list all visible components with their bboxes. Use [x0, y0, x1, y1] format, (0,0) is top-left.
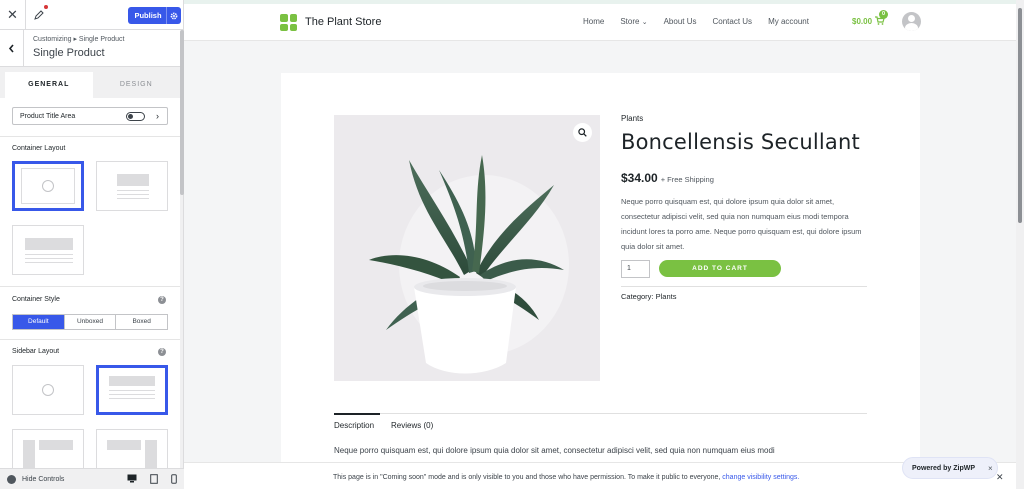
visibility-settings-link[interactable]: change visibility settings. [722, 474, 799, 481]
container-style-selector: Default Unboxed Boxed [12, 314, 168, 330]
nav-contact[interactable]: Contact Us [712, 17, 752, 26]
preview-scrollbar[interactable] [1016, 0, 1024, 489]
product-card: Plants Boncellensis Secullant $34.00 + Fr… [281, 73, 920, 473]
section-title: Single Product [33, 47, 105, 59]
globe-icon [42, 384, 54, 396]
pencil-icon[interactable] [26, 0, 52, 30]
nav-home[interactable]: Home [583, 17, 604, 26]
product-title-area-toggle[interactable] [126, 112, 145, 121]
hide-controls-label: Hide Controls [22, 475, 65, 483]
breadcrumb: Customizing ▸ Single Product [33, 36, 125, 43]
desktop-icon[interactable] [127, 474, 137, 487]
chevron-right-icon[interactable]: › [156, 111, 159, 121]
cart-total: $0.00 [852, 16, 873, 26]
device-preview-buttons [127, 474, 177, 487]
layout-option-content-boxed[interactable] [12, 225, 84, 275]
publish-label: Publish [134, 11, 162, 20]
help-icon[interactable]: ? [158, 296, 166, 304]
back-arrow-icon[interactable] [0, 30, 24, 67]
collapse-icon [7, 474, 16, 484]
product-title: Boncellensis Secullant [621, 130, 860, 154]
product-meta: Category: Plants [621, 292, 676, 301]
tablet-icon[interactable] [150, 474, 158, 487]
cart-icon: 0 [875, 10, 889, 26]
close-icon[interactable]: × [988, 464, 993, 473]
site-logo-icon[interactable] [280, 14, 297, 31]
meta-category-link[interactable]: Plants [656, 292, 677, 301]
product-price: $34.00 + Free Shipping [621, 171, 714, 185]
notice-message: This page is in "Coming soon" mode and i… [333, 474, 721, 481]
product-category[interactable]: Plants [621, 114, 643, 123]
container-style-default[interactable]: Default [13, 315, 65, 329]
divider [0, 136, 180, 137]
sidebar-option-left[interactable] [12, 429, 84, 468]
tab-general[interactable]: GENERAL [5, 72, 93, 98]
divider [0, 286, 180, 287]
product-title-area-row[interactable]: Product Title Area › [12, 107, 168, 125]
coming-soon-notice: This page is in "Coming soon" mode and i… [184, 462, 1016, 489]
sidebar-layout-label: Sidebar Layout [12, 348, 60, 355]
site-header: The Plant Store Home Store ⌄ About Us Co… [184, 4, 1016, 41]
container-layout-label: Container Layout [12, 145, 66, 152]
section-header: Customizing ▸ Single Product Single Prod… [0, 30, 183, 67]
container-style-label: Container Style [12, 296, 60, 303]
add-to-cart-button[interactable]: ADD TO CART [659, 260, 781, 277]
nav-account[interactable]: My account [768, 17, 809, 26]
site-title[interactable]: The Plant Store [305, 16, 381, 28]
container-style-boxed[interactable]: Boxed [116, 315, 167, 329]
nav-store[interactable]: Store ⌄ [620, 17, 647, 26]
sidebar-option-none[interactable] [96, 365, 168, 415]
unsaved-indicator [44, 5, 48, 9]
tab-reviews[interactable]: Reviews (0) [391, 421, 433, 430]
divider [621, 286, 867, 287]
settings-panel: Product Title Area › Container Layout Co… [0, 98, 180, 468]
zoom-icon[interactable] [573, 123, 592, 142]
meta-label: Category: [621, 292, 654, 301]
chevron-down-icon: ⌄ [641, 19, 648, 26]
product-title-area-label: Product Title Area [20, 112, 76, 120]
main-navigation: Home Store ⌄ About Us Contact Us My acco… [583, 17, 809, 26]
sidebar-option-default[interactable] [12, 365, 84, 415]
cart-link[interactable]: $0.00 0 [852, 10, 889, 26]
gear-icon[interactable] [166, 7, 181, 24]
globe-icon [42, 180, 54, 192]
mobile-icon[interactable] [171, 474, 177, 487]
shipping-note: + Free Shipping [660, 175, 714, 184]
product-long-description: Neque porro quisquam est, qui dolore ips… [334, 446, 775, 455]
hide-controls-button[interactable]: Hide Controls [7, 474, 65, 484]
close-icon[interactable]: ✕ [996, 472, 1004, 483]
nav-about[interactable]: About Us [664, 17, 697, 26]
nav-store-label: Store [620, 17, 640, 26]
price-value: $34.00 [621, 171, 658, 185]
product-image[interactable] [334, 115, 600, 381]
customizer-footer: Hide Controls [0, 468, 184, 489]
tab-description[interactable]: Description [334, 413, 381, 430]
cart-count: 0 [879, 10, 889, 19]
container-style-unboxed[interactable]: Unboxed [65, 315, 117, 329]
publish-button[interactable]: Publish [128, 7, 181, 24]
product-tabs: Description Reviews (0) [334, 413, 867, 435]
sidebar-option-right[interactable] [96, 429, 168, 468]
help-icon[interactable]: ? [158, 348, 166, 356]
site-preview: The Plant Store Home Store ⌄ About Us Co… [184, 0, 1024, 489]
quantity-input[interactable]: 1 [621, 260, 650, 278]
zipwp-label: Powered by ZipWP [912, 464, 976, 472]
divider [0, 339, 180, 340]
layout-option-full-width[interactable] [12, 161, 84, 211]
layout-option-boxed[interactable] [96, 161, 168, 211]
avatar[interactable] [902, 12, 921, 31]
settings-tabs: GENERAL DESIGN [5, 72, 180, 98]
tab-design[interactable]: DESIGN [93, 72, 181, 98]
product-short-description: Neque porro quisquam est, qui dolore ips… [621, 197, 862, 251]
close-icon[interactable]: ✕ [0, 0, 26, 30]
customizer-topbar: ✕ Publish [0, 0, 183, 30]
notice-text: This page is in "Coming soon" mode and i… [333, 474, 799, 481]
customizer-sidebar: ✕ Publish Customizing ▸ Single Product S… [0, 0, 184, 489]
zipwp-badge[interactable]: Powered by ZipWP × [902, 457, 998, 479]
